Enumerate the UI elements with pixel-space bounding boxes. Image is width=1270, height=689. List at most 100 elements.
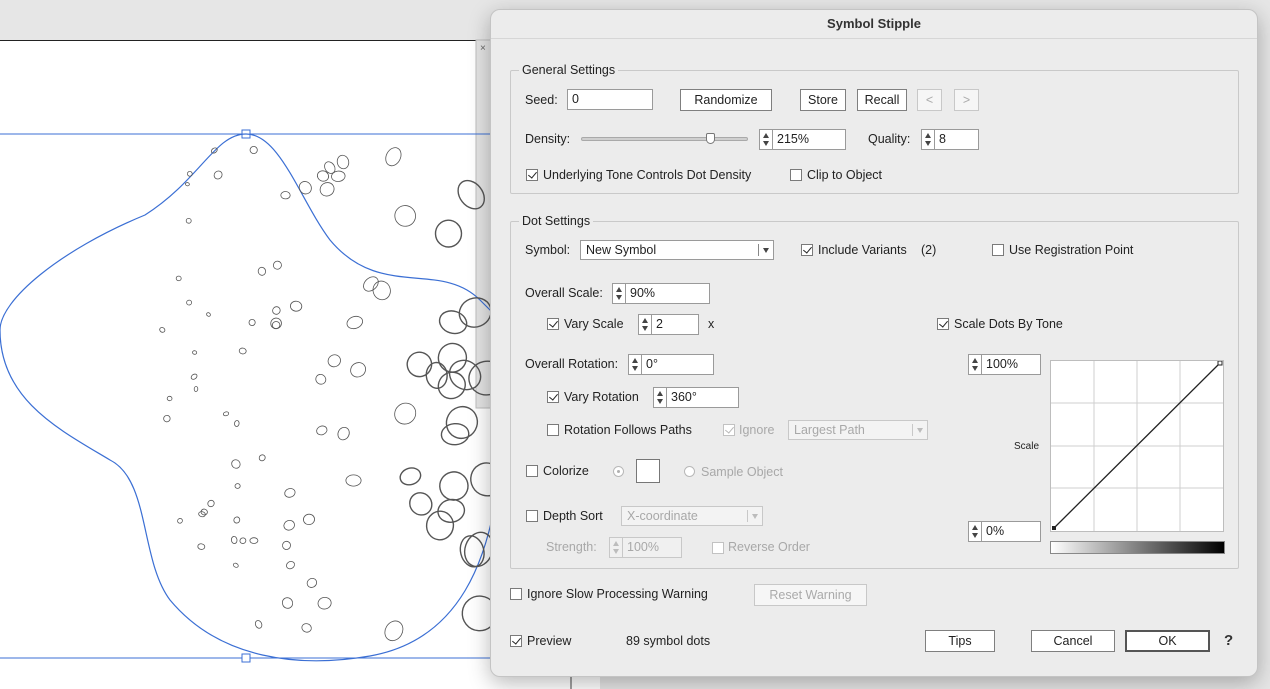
cancel-button[interactable]: Cancel [1031, 630, 1115, 652]
reverse-order-checkbox[interactable] [712, 542, 724, 554]
general-settings-legend: General Settings [519, 63, 619, 77]
overall-rotation-stepper[interactable] [628, 354, 642, 375]
stipple-dot [270, 317, 282, 330]
curve-max-stepper[interactable] [968, 354, 982, 375]
vary-scale-checkbox[interactable] [547, 318, 559, 330]
include-variants-checkbox[interactable] [801, 244, 813, 256]
depth-sort-dropdown[interactable]: X-coordinate [621, 506, 763, 526]
curve-min-stepper[interactable] [968, 521, 982, 542]
density-input[interactable]: 215% [772, 129, 846, 150]
recall-button[interactable]: Recall [857, 89, 907, 111]
tone-density-checkbox[interactable] [526, 169, 538, 181]
dropdown-separator [758, 244, 759, 256]
scale-by-tone-checkbox[interactable] [937, 318, 949, 330]
slow-warning-checkbox[interactable] [510, 588, 522, 600]
store-button[interactable]: Store [800, 89, 846, 111]
preview-checkbox[interactable] [510, 635, 522, 647]
sample-object-radio[interactable] [684, 466, 695, 477]
stipple-dot [206, 312, 211, 317]
clip-object-label: Clip to Object [807, 168, 883, 182]
chevron-down-icon [763, 248, 769, 253]
stipple-dot [283, 520, 295, 531]
stipple-dot [185, 182, 190, 187]
selected-shape-outline [0, 133, 501, 662]
stipple-dot [399, 467, 422, 486]
stipple-dot [394, 205, 416, 227]
ok-button[interactable]: OK [1125, 630, 1210, 652]
stipple-dot [385, 147, 402, 167]
stipple-dot [437, 342, 468, 373]
tone-density-label: Underlying Tone Controls Dot Density [543, 168, 752, 182]
overall-scale-stepper[interactable] [612, 283, 626, 304]
clip-object-checkbox[interactable] [790, 169, 802, 181]
strength-stepper[interactable] [609, 537, 623, 558]
stipple-dot [316, 425, 328, 436]
stipple-dot [394, 402, 417, 425]
density-stepper[interactable] [759, 129, 773, 150]
stipple-dot [272, 306, 281, 315]
stipple-dot [187, 170, 193, 177]
strength-input[interactable]: 100% [622, 537, 682, 558]
vary-rotation-checkbox[interactable] [547, 391, 559, 403]
next-button[interactable]: > [954, 89, 979, 111]
stipple-dot [337, 426, 350, 441]
curve-point-start [1052, 526, 1056, 530]
overall-rotation-input[interactable]: 0° [641, 354, 714, 375]
reverse-order-label: Reverse Order [728, 540, 810, 554]
stipple-dot [258, 454, 266, 462]
vary-scale-stepper[interactable] [638, 314, 652, 335]
stipple-dot [440, 422, 470, 446]
rotation-paths-checkbox[interactable] [547, 424, 559, 436]
ignore-dropdown[interactable]: Largest Path [788, 420, 928, 440]
randomize-button[interactable]: Randomize [680, 89, 772, 111]
registration-point-checkbox[interactable] [992, 244, 1004, 256]
stipple-dot [406, 351, 433, 378]
stipple-dot [303, 513, 315, 526]
tips-button[interactable]: Tips [925, 630, 995, 652]
depth-sort-label: Depth Sort [543, 509, 603, 523]
curve-min-input[interactable]: 0% [981, 521, 1041, 542]
stipple-dot [249, 537, 259, 544]
vary-scale-input[interactable]: 2 [651, 314, 699, 335]
stipple-dot [316, 170, 330, 182]
ignore-dropdown-value: Largest Path [794, 423, 865, 437]
tone-curve-graph[interactable] [1051, 360, 1223, 531]
depth-sort-checkbox[interactable] [526, 510, 538, 522]
stipple-dot [284, 488, 296, 498]
color-swatch-radio[interactable] [613, 466, 624, 477]
stipple-dot [197, 543, 206, 550]
quality-input[interactable]: 8 [934, 129, 979, 150]
reset-warning-button[interactable]: Reset Warning [754, 584, 867, 606]
symbol-dropdown[interactable]: New Symbol [580, 240, 774, 260]
stipple-dot [222, 411, 230, 417]
quality-label: Quality: [868, 132, 911, 146]
curve-max-input[interactable]: 100% [981, 354, 1041, 375]
quality-stepper[interactable] [921, 129, 935, 150]
stipple-dot [286, 561, 295, 570]
stipple-dot [213, 170, 223, 180]
stipple-dot [336, 154, 350, 170]
stipple-dot [177, 518, 183, 524]
symbol-dropdown-value: New Symbol [586, 243, 657, 257]
colorize-checkbox[interactable] [526, 465, 538, 477]
handle-bottom [241, 653, 251, 663]
stipple-dot [190, 373, 198, 380]
seed-input[interactable]: 0 [567, 89, 653, 110]
stipple-dot [345, 474, 362, 487]
color-swatch[interactable] [636, 459, 660, 483]
density-slider-track[interactable] [581, 137, 748, 141]
overall-scale-input[interactable]: 90% [625, 283, 710, 304]
help-icon[interactable]: ? [1224, 632, 1233, 649]
stipple-dot [192, 350, 198, 355]
ignore-checkbox[interactable] [723, 424, 735, 436]
variants-count: (2) [921, 243, 937, 257]
dropdown-separator [747, 510, 748, 522]
previous-button[interactable]: < [917, 89, 942, 111]
vary-rotation-stepper[interactable] [653, 387, 667, 408]
symbol-stipple-dialog: Symbol Stipple General Settings Seed: 0 … [490, 9, 1258, 677]
tone-curve-editor[interactable] [1050, 360, 1224, 532]
vary-rotation-input[interactable]: 360° [666, 387, 739, 408]
density-slider-thumb[interactable] [705, 133, 715, 144]
stipple-dot [282, 540, 291, 550]
chevron-down-icon [917, 428, 923, 433]
